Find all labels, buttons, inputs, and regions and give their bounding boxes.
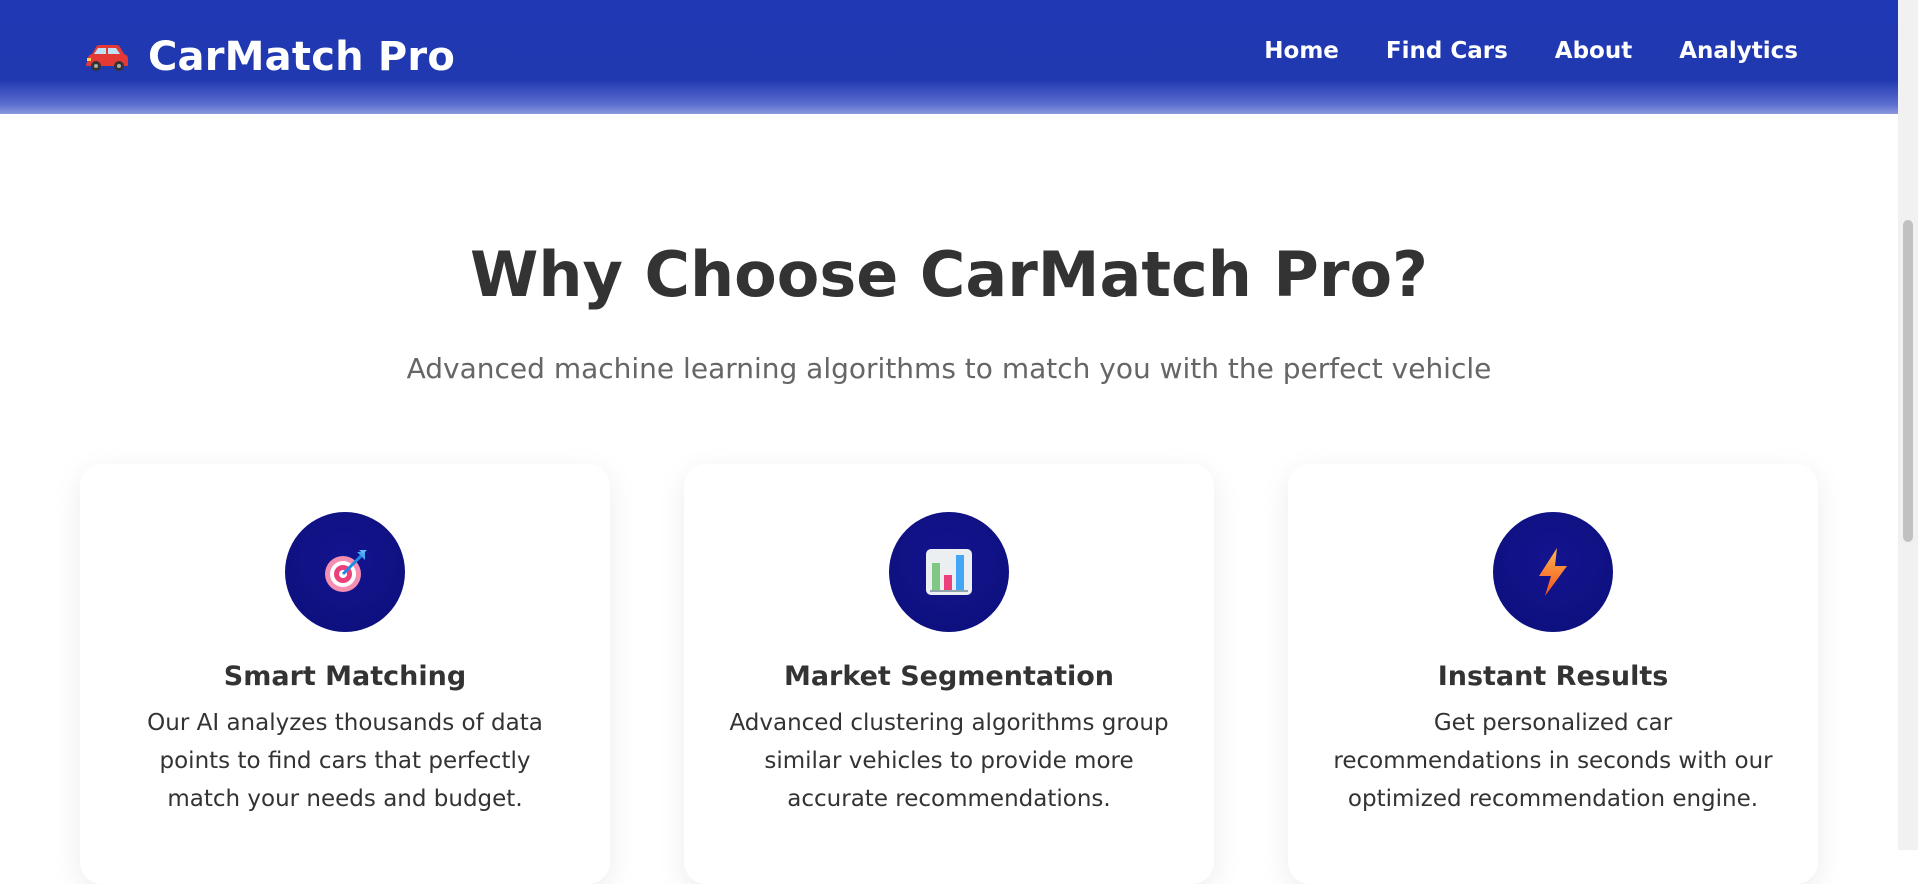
feature-description: Get personalized car recommendations in … — [1333, 710, 1773, 812]
nav-about[interactable]: About — [1555, 38, 1632, 64]
lightning-icon — [1539, 548, 1567, 596]
feature-card-smart-matching: Smart Matching Our AI analyzes thousands… — [80, 464, 610, 884]
feature-icon-circle — [285, 512, 405, 632]
main-nav: Home Find Cars About Analytics — [1264, 38, 1798, 64]
feature-title: Smart Matching — [223, 661, 467, 692]
brand-name: CarMatch Pro — [148, 34, 456, 80]
page-scrollbar[interactable] — [1898, 0, 1918, 850]
site-header: CarMatch Pro Home Find Cars About Analyt… — [0, 0, 1898, 114]
feature-title: Instant Results — [1437, 661, 1669, 692]
feature-title: Market Segmentation — [783, 661, 1115, 692]
nav-home[interactable]: Home — [1264, 38, 1339, 64]
feature-icon-circle — [889, 512, 1009, 632]
feature-icon-circle — [1493, 512, 1613, 632]
section-subtitle: Advanced machine learning algorithms to … — [406, 352, 1492, 385]
car-icon — [86, 45, 128, 71]
scrollbar-thumb[interactable] — [1903, 220, 1913, 542]
brand-logo[interactable]: CarMatch Pro — [84, 30, 455, 84]
feature-card-instant-results: Instant Results Get personalized car rec… — [1288, 464, 1818, 884]
target-icon — [325, 550, 367, 592]
nav-analytics[interactable]: Analytics — [1679, 38, 1798, 64]
feature-card-market-segmentation: Market Segmentation Advanced clustering … — [684, 464, 1214, 884]
nav-find-cars[interactable]: Find Cars — [1386, 38, 1508, 64]
bar-chart-icon — [926, 549, 972, 595]
feature-description: Advanced clustering algorithms group sim… — [729, 710, 1169, 812]
section-title: Why Choose CarMatch Pro? — [469, 238, 1429, 311]
feature-description: Our AI analyzes thousands of data points… — [147, 710, 543, 812]
